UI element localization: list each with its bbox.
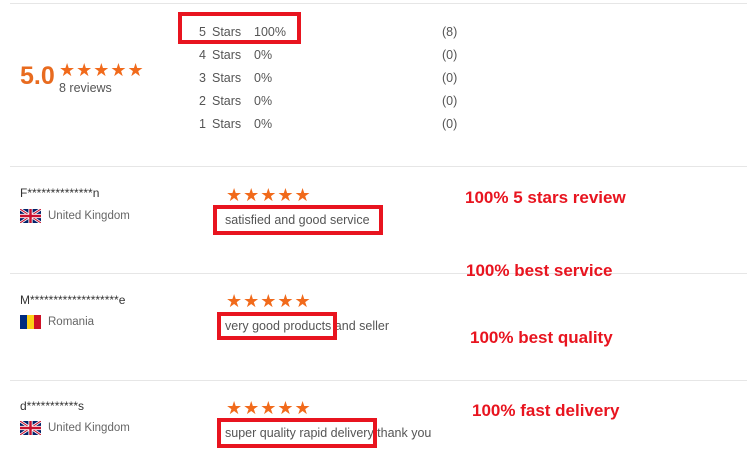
- rating-stars-number: 3: [199, 71, 206, 85]
- divider: [10, 380, 747, 381]
- rating-percent: 0%: [254, 71, 273, 85]
- rating-stars-label: Stars: [212, 117, 242, 131]
- rating-stars-number: 4: [199, 48, 206, 62]
- rating-count: (0): [442, 48, 458, 62]
- reviewer-country: Romania: [48, 316, 95, 328]
- highlight-box-review-2: [217, 312, 337, 340]
- reviewer-country: United Kingdom: [48, 422, 130, 434]
- rating-stars-label: Stars: [212, 94, 242, 108]
- divider: [10, 273, 747, 274]
- average-star-rating: ★★★★★: [59, 60, 145, 80]
- rating-stars-number: 2: [199, 94, 206, 108]
- highlight-box-review-3: [217, 418, 377, 448]
- highlight-box-5-stars: [178, 12, 301, 44]
- promo-best-service: 100% best service: [466, 261, 613, 280]
- rating-percent: 0%: [254, 117, 273, 131]
- uk-flag-icon: [20, 421, 41, 435]
- promo-best-quality: 100% best quality: [470, 328, 613, 347]
- average-score: 5.0: [20, 62, 55, 90]
- rating-count: (0): [442, 71, 458, 85]
- reviews-count: 8 reviews: [59, 81, 112, 95]
- rating-stars-label: Stars: [212, 71, 242, 85]
- rating-stars-label: Stars: [212, 48, 242, 62]
- reviewer-name: M*******************e: [20, 293, 126, 307]
- divider: [10, 166, 747, 167]
- review-star-rating: ★★★★★: [226, 185, 312, 205]
- uk-flag-icon: [20, 209, 41, 223]
- promo-5-stars-review: 100% 5 stars review: [465, 188, 626, 207]
- review-star-rating: ★★★★★: [226, 398, 312, 418]
- rating-count: (0): [442, 94, 458, 108]
- rating-percent: 0%: [254, 48, 273, 62]
- rating-count: (8): [442, 25, 458, 39]
- review-star-rating: ★★★★★: [226, 291, 312, 311]
- romania-flag-icon: [20, 315, 41, 329]
- promo-fast-delivery: 100% fast delivery: [472, 401, 620, 420]
- reviewer-country: United Kingdom: [48, 210, 130, 222]
- rating-percent: 0%: [254, 94, 273, 108]
- reviewer-name: d***********s: [20, 399, 85, 413]
- top-divider: [10, 3, 747, 4]
- rating-count: (0): [442, 117, 458, 131]
- highlight-box-review-1: [213, 205, 383, 235]
- reviewer-name: F**************n: [20, 186, 100, 200]
- rating-stars-number: 1: [199, 117, 206, 131]
